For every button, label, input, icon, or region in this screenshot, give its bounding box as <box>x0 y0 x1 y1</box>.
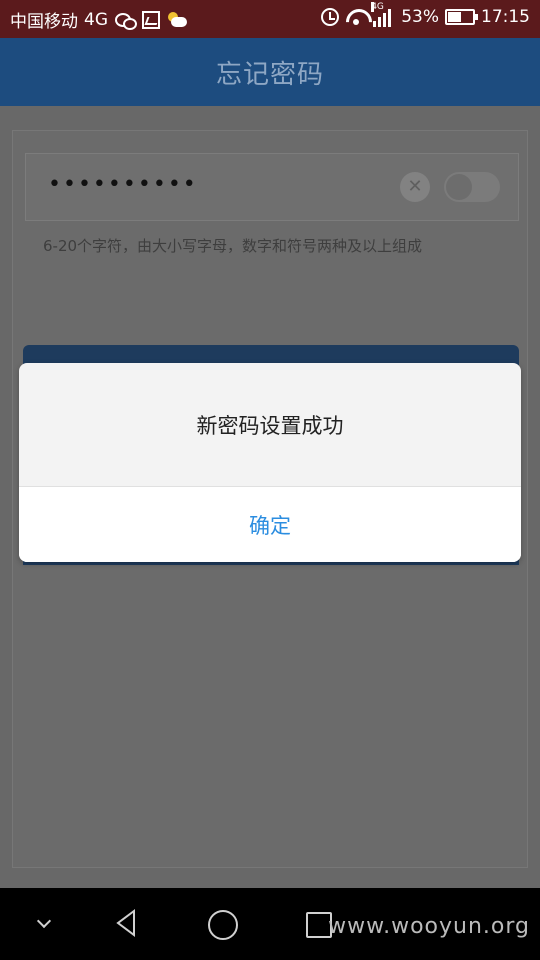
battery-icon <box>445 9 478 25</box>
collapse-icon[interactable] <box>14 888 74 960</box>
dialog-body: 新密码设置成功 <box>19 363 521 487</box>
battery-percent: 53% <box>401 7 439 27</box>
password-field[interactable]: •••••••••• ✕ <box>25 153 519 221</box>
back-icon[interactable] <box>96 888 156 960</box>
system-nav-bar: www.wooyun.org <box>0 888 540 960</box>
signal-network-label: 4G <box>371 2 384 12</box>
status-bar: 中国移动 4G 4G 53% 17:15 <box>0 0 540 38</box>
wechat-icon <box>114 10 137 30</box>
network-type: 4G <box>84 9 108 30</box>
page-title: 忘记密码 <box>215 59 324 90</box>
watermark: www.wooyun.org <box>328 914 530 939</box>
weather-icon <box>166 10 188 30</box>
password-value: •••••••••• <box>48 172 198 197</box>
battery-fill <box>448 12 461 22</box>
success-dialog: 新密码设置成功 确定 <box>19 363 521 562</box>
toggle-knob <box>446 174 472 200</box>
password-hint: 6-20个字符，由大小写字母，数字和符号两种及以上组成 <box>43 237 423 255</box>
carrier-name: 中国移动 <box>10 12 78 32</box>
dialog-message: 新密码设置成功 <box>196 413 344 438</box>
alarm-icon <box>321 8 340 26</box>
ok-button[interactable]: 确定 <box>19 487 521 562</box>
signal-icon: 4G <box>371 2 395 27</box>
wifi-icon <box>345 7 367 27</box>
clear-icon[interactable]: ✕ <box>400 172 430 202</box>
app-header: 忘记密码 <box>0 38 540 106</box>
show-password-toggle[interactable] <box>444 172 500 202</box>
image-icon <box>142 10 160 29</box>
clock: 17:15 <box>481 7 530 27</box>
home-icon[interactable] <box>192 888 252 960</box>
